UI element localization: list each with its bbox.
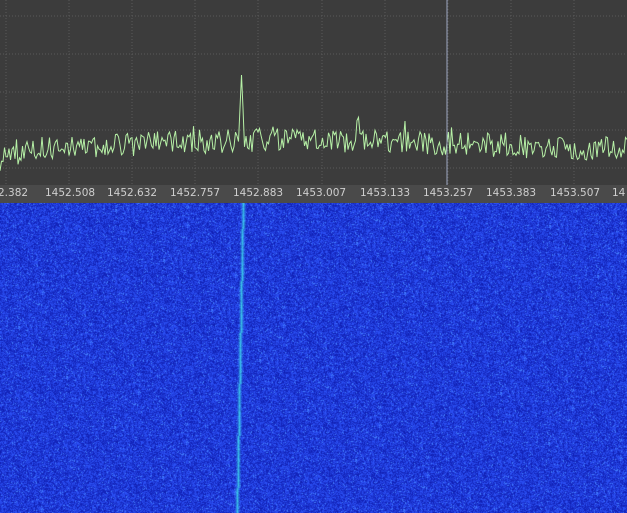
frequency-axis: 2.382 1452.508 1452.632 1452.757 1452.88… — [0, 185, 627, 203]
frequency-label: 1453.133 — [360, 187, 411, 199]
frequency-label: 1452.508 — [45, 187, 96, 199]
sdr-display: 2.382 1452.508 1452.632 1452.757 1452.88… — [0, 0, 627, 513]
frequency-label: 1453.007 — [296, 187, 347, 199]
frequency-label: 1452.883 — [233, 187, 284, 199]
spectrum-background — [0, 0, 627, 185]
frequency-label: 1453.507 — [550, 187, 601, 199]
spectrum-plot[interactable] — [0, 0, 627, 185]
waterfall-display[interactable] — [0, 203, 627, 513]
frequency-label: 2.382 — [0, 187, 29, 199]
frequency-label: 1452.632 — [107, 187, 158, 199]
frequency-label: 1453.257 — [423, 187, 474, 199]
frequency-label: 1452.757 — [170, 187, 221, 199]
frequency-label: 14 — [612, 187, 626, 199]
frequency-label: 1453.383 — [486, 187, 537, 199]
